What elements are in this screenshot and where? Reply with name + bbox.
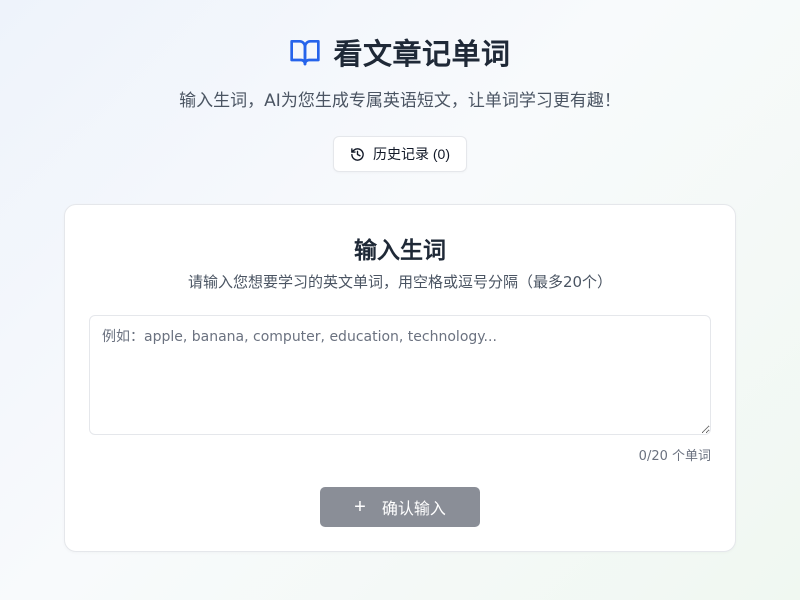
word-count: 0/20 个单词 <box>638 449 711 464</box>
page-subtitle: 输入生词，AI为您生成专属英语短文，让单词学习更有趣！ <box>179 91 621 111</box>
confirm-input-button[interactable]: + 确认输入 <box>320 487 480 527</box>
title-row: 看文章记单词 <box>289 30 510 74</box>
page-title: 看文章记单词 <box>333 37 511 71</box>
word-input[interactable] <box>89 315 711 435</box>
card-title: 输入生词 <box>354 238 446 264</box>
confirm-button-label: 确认输入 <box>381 501 446 518</box>
page-header: 看文章记单词 输入生词，AI为您生成专属英语短文，让单词学习更有趣！ <box>0 30 800 111</box>
history-button-label: 历史记录 (0) <box>373 146 450 162</box>
book-open-icon <box>289 36 321 68</box>
word-input-card: 输入生词 请输入您想要学习的英文单词，用空格或逗号分隔（最多20个） 0/20 … <box>64 204 736 552</box>
plus-icon: + <box>354 496 366 518</box>
history-icon <box>350 147 365 162</box>
history-button[interactable]: 历史记录 (0) <box>333 136 467 172</box>
card-description: 请输入您想要学习的英文单词，用空格或逗号分隔（最多20个） <box>187 273 613 291</box>
